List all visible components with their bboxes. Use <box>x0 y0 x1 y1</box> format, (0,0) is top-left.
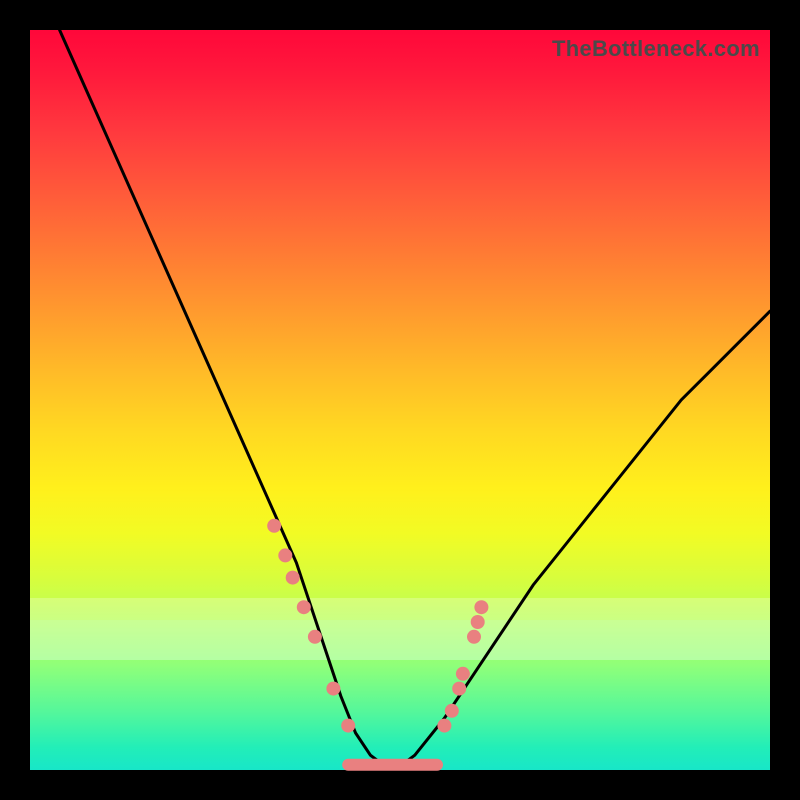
sample-dot <box>341 719 355 733</box>
sample-dot <box>456 667 470 681</box>
sample-dot <box>297 600 311 614</box>
sample-dot <box>474 600 488 614</box>
sample-dot <box>326 682 340 696</box>
chart-frame: TheBottleneck.com <box>0 0 800 800</box>
curve-svg <box>30 30 770 770</box>
sample-dot <box>437 719 451 733</box>
sample-dot <box>467 630 481 644</box>
sample-dot <box>278 548 292 562</box>
watermark-text: TheBottleneck.com <box>552 36 760 62</box>
bottleneck-curve <box>60 30 770 766</box>
sample-dot <box>445 704 459 718</box>
sample-dot <box>471 615 485 629</box>
sample-dot <box>267 519 281 533</box>
sample-dot <box>452 682 466 696</box>
chart-plot-area: TheBottleneck.com <box>30 30 770 770</box>
sample-dot <box>286 571 300 585</box>
sample-dot <box>308 630 322 644</box>
